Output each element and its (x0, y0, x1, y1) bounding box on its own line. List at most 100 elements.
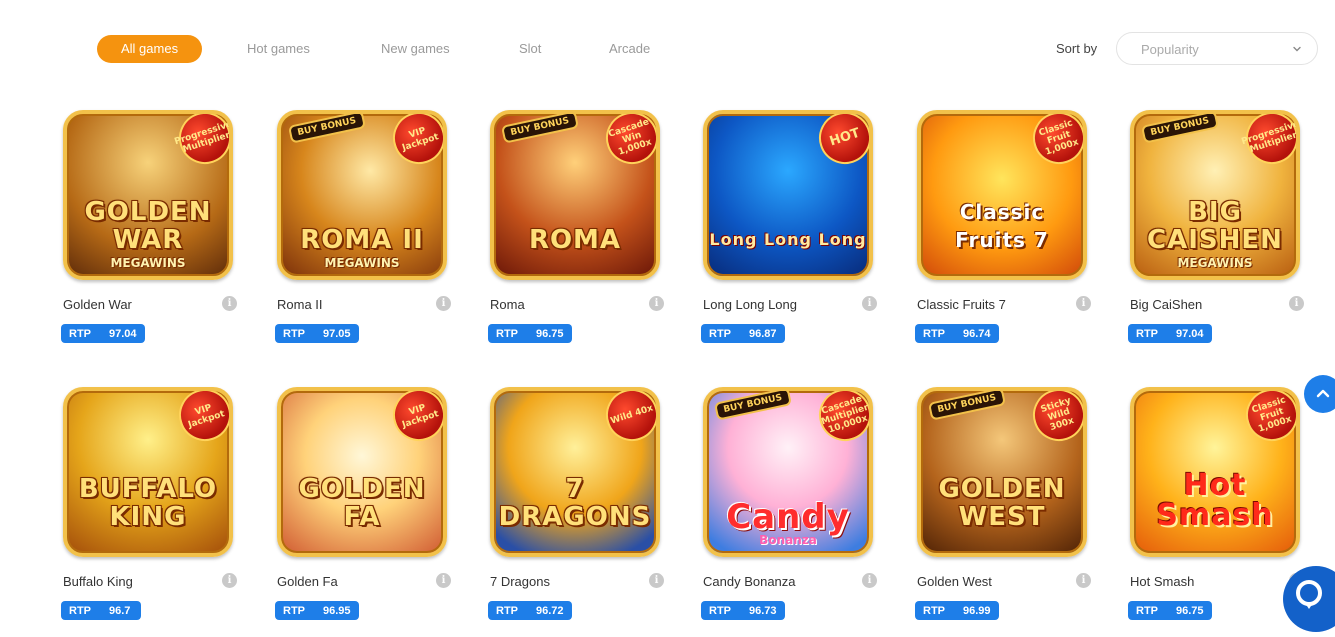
feature-badge: Wild 40x (599, 391, 656, 448)
game-card-big-caishen[interactable]: BUY BONUS Progressive Multiplier BIG CAI… (1128, 110, 1304, 360)
game-name[interactable]: Candy Bonanza (703, 574, 796, 589)
game-card-golden-fa[interactable]: VIP Jackpot GOLDEN FA Golden Fa i RTP 96.… (275, 387, 451, 637)
feature-badge: VIP Jackpot (386, 391, 443, 448)
game-thumbnail[interactable]: Classic Fruit 1,000x Hot Smash (1130, 387, 1300, 557)
game-name[interactable]: Roma (490, 297, 525, 312)
game-thumbnail[interactable]: BUY BONUS Cascade Multiplier 10,000x Can… (703, 387, 873, 557)
rtp-badge: RTP 96.95 (275, 601, 359, 620)
game-card-hot-smash[interactable]: Classic Fruit 1,000x Hot Smash Hot Smash… (1128, 387, 1304, 637)
info-icon[interactable]: i (222, 296, 237, 311)
rtp-label: RTP (69, 604, 91, 617)
game-thumbnail[interactable]: Progressive Multiplier GOLDEN WAR MEGAWI… (63, 110, 233, 280)
info-icon[interactable]: i (436, 296, 451, 311)
game-card-candy-bonanza[interactable]: BUY BONUS Cascade Multiplier 10,000x Can… (701, 387, 877, 637)
rtp-badge: RTP 96.74 (915, 324, 999, 343)
feature-badge: VIP Jackpot (386, 114, 443, 171)
rtp-label: RTP (1136, 604, 1158, 617)
tab-hot-games[interactable]: Hot games (247, 41, 310, 56)
game-art-title: Classic Fruits 7 (955, 200, 1049, 252)
game-thumbnail[interactable]: Wild 40x 7 DRAGONS (490, 387, 660, 557)
game-name[interactable]: Golden Fa (277, 574, 338, 589)
rtp-label: RTP (69, 327, 91, 340)
game-card-roma-ii[interactable]: BUY BONUS VIP Jackpot ROMA II MEGAWINS R… (275, 110, 451, 360)
game-card-buffalo-king[interactable]: VIP Jackpot BUFFALO KING Buffalo King i … (61, 387, 237, 637)
game-card-golden-war[interactable]: Progressive Multiplier GOLDEN WAR MEGAWI… (61, 110, 237, 360)
rtp-badge: RTP 96.75 (488, 324, 572, 343)
hot-badge: HOT (812, 114, 869, 171)
game-name[interactable]: Golden West (917, 574, 992, 589)
rtp-badge: RTP 97.05 (275, 324, 359, 343)
game-thumbnail[interactable]: VIP Jackpot GOLDEN FA (277, 387, 447, 557)
tab-slot[interactable]: Slot (519, 41, 541, 56)
info-icon[interactable]: i (1076, 296, 1091, 311)
game-art-title: Hot Smash (1156, 468, 1274, 533)
game-thumbnail[interactable]: VIP Jackpot BUFFALO KING (63, 387, 233, 557)
sort-selected-value: Popularity (1141, 42, 1199, 57)
info-icon[interactable]: i (649, 573, 664, 588)
rtp-value: 96.99 (963, 604, 991, 617)
game-card-classic-fruits-7[interactable]: Classic Fruit 1,000x Classic Fruits 7 Cl… (915, 110, 1091, 360)
game-card-7-dragons[interactable]: Wild 40x 7 DRAGONS 7 Dragons i RTP 96.72 (488, 387, 664, 637)
buy-bonus-tag: BUY BONUS (287, 114, 366, 144)
rtp-badge: RTP 96.75 (1128, 601, 1212, 620)
rtp-badge: RTP 96.72 (488, 601, 572, 620)
rtp-badge: RTP 96.99 (915, 601, 999, 620)
rtp-label: RTP (923, 604, 945, 617)
game-art-title: ROMA (528, 225, 622, 255)
rtp-badge: RTP 96.73 (701, 601, 785, 620)
info-icon[interactable]: i (1076, 573, 1091, 588)
game-name[interactable]: Buffalo King (63, 574, 133, 589)
game-thumbnail[interactable]: Classic Fruit 1,000x Classic Fruits 7 (917, 110, 1087, 280)
game-thumbnail[interactable]: BUY BONUS Progressive Multiplier BIG CAI… (1130, 110, 1300, 280)
buy-bonus-tag: BUY BONUS (713, 391, 792, 421)
info-icon[interactable]: i (436, 573, 451, 588)
game-name[interactable]: Long Long Long (703, 297, 797, 312)
game-card-long-long-long[interactable]: HOT Long Long Long Long Long Long i RTP 9… (701, 110, 877, 360)
sort-select[interactable]: Popularity (1116, 32, 1318, 65)
game-name[interactable]: Classic Fruits 7 (917, 297, 1006, 312)
rtp-value: 96.73 (749, 604, 777, 617)
feature-badge: Cascade Multiplier 10,000x (812, 391, 869, 448)
buy-bonus-tag: BUY BONUS (1140, 114, 1219, 144)
tab-all-games[interactable]: All games (97, 35, 203, 63)
feature-badge: Cascade Win 1,000x (599, 114, 656, 171)
feature-badge: Progressive Multiplier (172, 114, 229, 171)
rtp-value: 96.72 (536, 604, 564, 617)
game-art-title: Candy (726, 497, 850, 537)
info-icon[interactable]: i (649, 296, 664, 311)
info-icon[interactable]: i (222, 573, 237, 588)
tab-new-games[interactable]: New games (381, 41, 450, 56)
game-card-golden-west[interactable]: BUY BONUS Sticky Wild 300x GOLDEN WEST G… (915, 387, 1091, 637)
rtp-value: 97.04 (1176, 327, 1204, 340)
game-art-title: 7 DRAGONS (498, 474, 652, 532)
game-name[interactable]: Golden War (63, 297, 132, 312)
feature-badge: Progressive Multiplier (1239, 114, 1296, 171)
rtp-badge: RTP 97.04 (61, 324, 145, 343)
chat-bubble-icon (1296, 580, 1322, 609)
rtp-value: 96.74 (963, 327, 991, 340)
info-icon[interactable]: i (862, 296, 877, 311)
game-art-title: BUFFALO KING (78, 474, 218, 532)
game-thumbnail[interactable]: BUY BONUS Sticky Wild 300x GOLDEN WEST (917, 387, 1087, 557)
rtp-badge: RTP 97.04 (1128, 324, 1212, 343)
game-thumbnail[interactable]: BUY BONUS VIP Jackpot ROMA II MEGAWINS (277, 110, 447, 280)
rtp-value: 97.04 (109, 327, 137, 340)
scroll-to-top-button[interactable] (1304, 375, 1335, 413)
rtp-label: RTP (709, 604, 731, 617)
game-card-roma[interactable]: BUY BONUS Cascade Win 1,000x ROMA Roma i… (488, 110, 664, 360)
game-name[interactable]: 7 Dragons (490, 574, 550, 589)
game-thumbnail[interactable]: BUY BONUS Cascade Win 1,000x ROMA (490, 110, 660, 280)
info-icon[interactable]: i (1289, 296, 1304, 311)
rtp-value: 96.7 (109, 604, 131, 617)
game-name[interactable]: Roma II (277, 297, 323, 312)
game-thumbnail[interactable]: HOT Long Long Long (703, 110, 873, 280)
info-icon[interactable]: i (862, 573, 877, 588)
tab-arcade[interactable]: Arcade (609, 41, 650, 56)
game-name[interactable]: Big CaiShen (1130, 297, 1202, 312)
rtp-value: 97.05 (323, 327, 351, 340)
game-art-subtitle: MEGAWINS (324, 256, 400, 270)
rtp-label: RTP (496, 604, 518, 617)
rtp-badge: RTP 96.7 (61, 601, 141, 620)
game-name[interactable]: Hot Smash (1130, 574, 1194, 589)
rtp-label: RTP (283, 327, 305, 340)
